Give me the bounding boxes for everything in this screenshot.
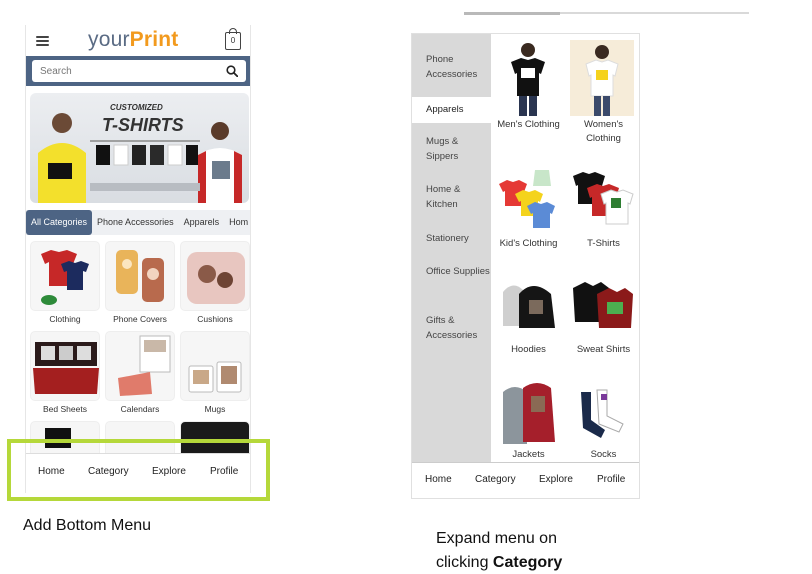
nav-category[interactable]: Category	[475, 474, 516, 485]
side-item-office-supplies[interactable]: Office Supplies	[412, 264, 491, 279]
clothing-image	[41, 250, 89, 305]
product-list: Men's Clothing Women's Clothing Kid's Cl…	[491, 34, 639, 462]
search-input[interactable]	[32, 60, 246, 82]
tile-label-calendars: Calendars	[120, 404, 160, 414]
tab-phone-accessories[interactable]: Phone Accessories	[92, 210, 179, 235]
product-label-mens-clothing: Men's Clothing	[497, 119, 560, 130]
tile-label-phone-covers: Phone Covers	[113, 314, 167, 324]
tile-phone-covers[interactable]	[105, 241, 175, 311]
caption-add-bottom-menu: Add Bottom Menu	[23, 517, 152, 534]
nav-profile[interactable]: Profile	[597, 474, 625, 485]
jackets-image[interactable]	[497, 380, 559, 446]
tile-mugs[interactable]	[180, 331, 250, 401]
product-label-socks: Socks	[590, 449, 617, 460]
t-shirts-image[interactable]	[571, 166, 635, 236]
product-label-jackets: Jackets	[512, 449, 545, 460]
category-side-menu: Phone Accessories Apparels Mugs & Sipper…	[412, 34, 491, 462]
product-label-kids-clothing: Kid's Clothing	[499, 238, 558, 249]
hamburger-menu-icon[interactable]	[36, 36, 49, 46]
side-item-phone-accessories[interactable]: Phone Accessories	[412, 52, 491, 82]
tile-label-mugs: Mugs	[204, 404, 226, 414]
side-item-mugs-sippers[interactable]: Mugs & Sippers	[412, 134, 491, 164]
tile-calendars[interactable]	[105, 331, 175, 401]
search-bar	[26, 56, 250, 86]
category-screen-mockup: Phone Accessories Apparels Mugs & Sipper…	[411, 33, 640, 499]
mens-clothing-image[interactable]	[499, 40, 557, 116]
app-logo: yourPrint	[88, 28, 179, 51]
tile-clothing[interactable]	[30, 241, 100, 311]
bed-sheets-image	[33, 342, 99, 394]
tab-apparels[interactable]: Apparels	[179, 210, 225, 235]
tile-label-bed-sheets: Bed Sheets	[43, 404, 87, 414]
womens-clothing-image[interactable]	[570, 40, 634, 116]
nav-explore[interactable]: Explore	[539, 474, 573, 485]
side-item-gifts-accessories[interactable]: Gifts & Accessories	[412, 313, 491, 343]
home-screen-mockup: yourPrint 0 CUSTOMIZED T-SHIRTS	[25, 25, 251, 493]
side-item-apparels[interactable]: Apparels	[412, 97, 491, 123]
cart-icon[interactable]: 0	[225, 28, 241, 50]
product-label-hoodies: Hoodies	[511, 344, 546, 355]
side-item-stationery[interactable]: Stationery	[412, 231, 491, 246]
highlight-annotation	[7, 439, 270, 501]
divider-line	[464, 12, 560, 15]
mugs-image	[188, 361, 242, 393]
calendars-image	[118, 335, 171, 396]
sweat-shirts-image[interactable]	[571, 278, 635, 334]
search-icon[interactable]	[226, 65, 238, 77]
product-label-womens-clothing: Women's Clothing	[583, 119, 624, 144]
socks-image[interactable]	[575, 386, 631, 442]
side-item-home-kitchen[interactable]: Home & Kitchen	[412, 182, 491, 212]
tab-home[interactable]: Hom	[224, 210, 250, 235]
banner-illustration	[38, 113, 242, 203]
divider-line	[560, 12, 749, 14]
nav-home[interactable]: Home	[425, 474, 452, 485]
product-label-t-shirts: T-Shirts	[587, 238, 620, 249]
cushions-image	[187, 252, 245, 304]
phone-covers-image	[116, 250, 164, 302]
tile-label-cushions: Cushions	[197, 314, 233, 324]
tile-label-clothing: Clothing	[49, 314, 81, 324]
tile-bed-sheets[interactable]	[30, 331, 100, 401]
tab-all-categories[interactable]: All Categories	[26, 210, 93, 235]
product-label-sweat-shirts: Sweat Shirts	[576, 344, 631, 355]
kids-clothing-image[interactable]	[497, 166, 559, 236]
promo-banner[interactable]: CUSTOMIZED T-SHIRTS	[30, 93, 249, 203]
top-app-bar: yourPrint 0	[26, 25, 250, 55]
hoodies-image[interactable]	[499, 278, 559, 334]
caption-expand-menu: Expand menu on clicking Category	[436, 530, 563, 571]
category-tabs: All Categories Phone Accessories Apparels H…	[26, 210, 250, 235]
tile-cushions[interactable]	[180, 241, 250, 311]
bottom-navigation: Home Category Explore Profile	[412, 462, 639, 498]
